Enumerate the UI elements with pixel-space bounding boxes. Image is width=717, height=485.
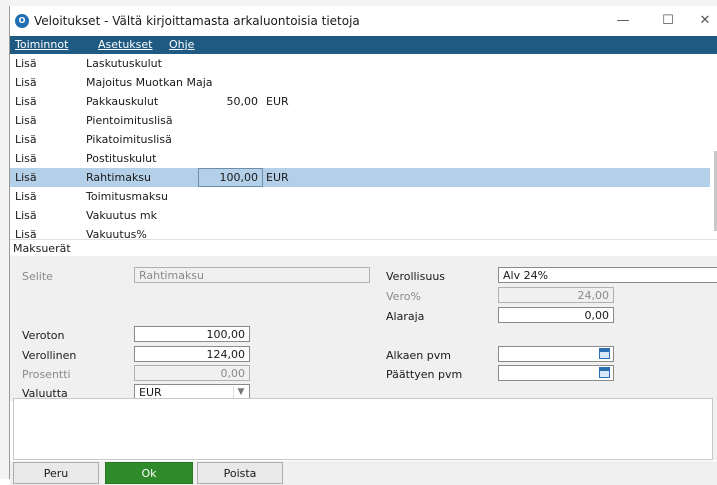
row-name: Laskutuskulut	[86, 57, 162, 70]
row-amount: 50,00	[226, 95, 259, 108]
cancel-button[interactable]: Peru	[13, 462, 99, 484]
menu-toiminnot-label: Toiminnot	[15, 38, 69, 51]
vero-label: Vero%	[386, 290, 421, 303]
close-button[interactable]: ✕	[690, 10, 717, 32]
menu-asetukset[interactable]: Asetukset	[98, 38, 153, 51]
row-type: Lisä	[15, 133, 37, 146]
chevron-down-icon[interactable]: ▼	[233, 386, 248, 398]
alkaen-pvm-field[interactable]	[498, 346, 614, 362]
alaraja-label: Alaraja	[386, 310, 425, 323]
row-type: Lisä	[15, 114, 37, 127]
row-type: Lisä	[15, 95, 37, 108]
menu-ohje[interactable]: Ohje	[169, 38, 194, 51]
row-type: Lisä	[15, 152, 37, 165]
veloitukset-window: O Veloitukset - Vältä kirjoittamasta ark…	[9, 6, 717, 485]
menu-bar: Toiminnot Asetukset Ohje	[10, 36, 717, 54]
section-maksuerat-label: Maksuerät	[13, 242, 71, 255]
vero-field[interactable]: 24,00	[498, 287, 614, 303]
row-name: Pikatoimituslisä	[86, 133, 172, 146]
veroton-field[interactable]: 100,00	[134, 326, 250, 342]
window-title: Veloitukset - Vältä kirjoittamasta arkal…	[34, 14, 360, 28]
menu-ohje-label: Ohje	[169, 38, 195, 51]
row-name: Toimitusmaksu	[86, 190, 168, 203]
list-item[interactable]: Lisä Pikatoimituslisä	[10, 130, 710, 149]
row-name: Pientoimituslisä	[86, 114, 173, 127]
list-item[interactable]: Lisä Toimitusmaksu	[10, 187, 710, 206]
title-bar: O Veloitukset - Vältä kirjoittamasta ark…	[10, 6, 717, 36]
row-type: Lisä	[15, 209, 37, 222]
verollisuus-select[interactable]: Alv 24%	[498, 267, 717, 283]
delete-button[interactable]: Poista	[197, 462, 283, 484]
row-amount: 100,00	[219, 171, 259, 184]
row-name: Pakkauskulut	[86, 95, 159, 108]
row-name: Rahtimaksu	[86, 171, 152, 184]
edit-form: Selite Rahtimaksu Veroton 100,00 Verolli…	[10, 256, 717, 401]
verollisuus-label: Verollisuus	[386, 270, 446, 283]
selite-label: Selite	[22, 270, 53, 283]
app-icon: O	[15, 14, 29, 28]
list-item-selected[interactable]: Lisä Rahtimaksu 100,00 EUR	[10, 168, 710, 187]
alkaen-pvm-label: Alkaen pvm	[386, 349, 451, 362]
calendar-icon[interactable]	[599, 367, 610, 378]
menu-asetukset-label: Asetukset	[98, 38, 153, 51]
verollinen-label: Verollinen	[22, 349, 77, 362]
list-item[interactable]: Lisä Postituskulut	[10, 149, 710, 168]
prosentti-label: Prosentti	[22, 368, 71, 381]
charges-list: Lisä Laskutuskulut Lisä Majoitus Muotkan…	[10, 54, 710, 256]
section-maksuerat[interactable]: Maksuerät	[10, 239, 717, 257]
row-currency: EUR	[266, 171, 289, 184]
menu-toiminnot[interactable]: Toiminnot	[15, 38, 68, 51]
list-item[interactable]: Lisä Majoitus Muotkan Maja	[10, 73, 710, 92]
veroton-label: Veroton	[22, 329, 65, 342]
row-type: Lisä	[15, 57, 37, 70]
minimize-button[interactable]: —	[608, 10, 638, 32]
list-item[interactable]: Lisä Vakuutus mk	[10, 206, 710, 225]
list-item[interactable]: Lisä Laskutuskulut	[10, 54, 710, 73]
notes-textarea[interactable]	[13, 398, 713, 460]
row-name: Majoitus Muotkan Maja	[86, 76, 213, 89]
row-name: Vakuutus mk	[86, 209, 157, 222]
row-type: Lisä	[15, 76, 37, 89]
row-name: Postituskulut	[86, 152, 157, 165]
row-type: Lisä	[15, 190, 37, 203]
ok-button[interactable]: Ok	[105, 462, 193, 484]
calendar-icon[interactable]	[599, 348, 610, 359]
maximize-button[interactable]: ☐	[653, 10, 683, 32]
paattyen-pvm-label: Päättyen pvm	[386, 368, 463, 381]
verollinen-field[interactable]: 124,00	[134, 346, 250, 362]
selite-field[interactable]: Rahtimaksu	[134, 267, 370, 283]
prosentti-field[interactable]: 0,00	[134, 365, 250, 381]
row-currency: EUR	[266, 95, 289, 108]
alaraja-field[interactable]: 0,00	[498, 307, 614, 323]
paattyen-pvm-field[interactable]	[498, 365, 614, 381]
list-item[interactable]: Lisä Pakkauskulut 50,00 EUR	[10, 92, 710, 111]
notes-scrollbar[interactable]	[713, 398, 717, 460]
row-type: Lisä	[15, 171, 37, 184]
list-item[interactable]: Lisä Pientoimituslisä	[10, 111, 710, 130]
